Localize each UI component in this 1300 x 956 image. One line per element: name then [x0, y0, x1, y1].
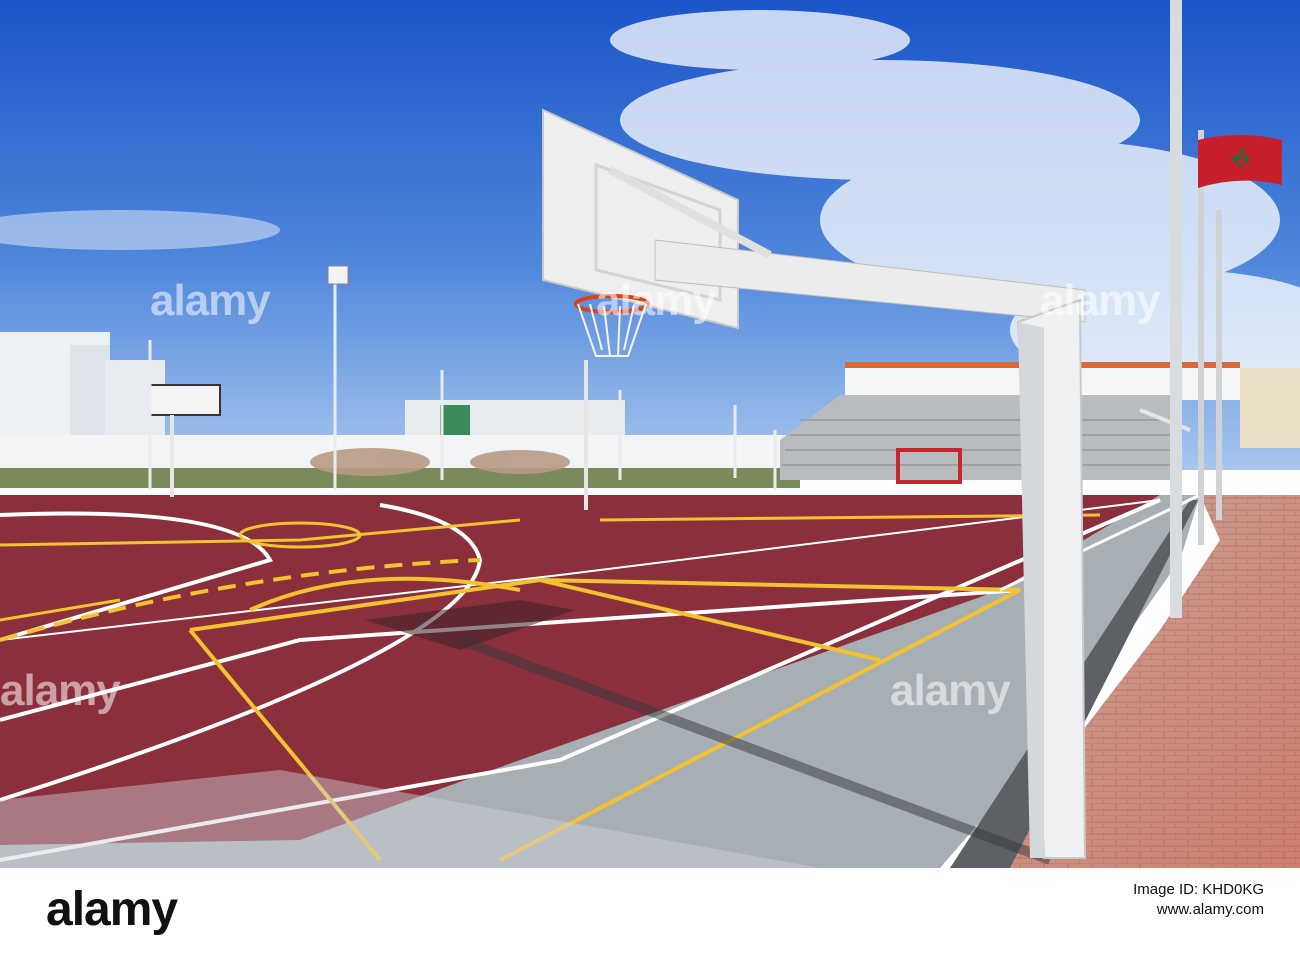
watermark: alamy — [0, 666, 121, 715]
watermark: alamy — [596, 276, 717, 325]
site-url: www.alamy.com — [1156, 901, 1264, 918]
basketball-court-photo — [0, 0, 1300, 868]
watermark: alamy — [890, 666, 1011, 715]
watermark: alamy — [1040, 276, 1161, 325]
image-id: Image ID: KHD0KG — [1133, 881, 1264, 898]
moroccan-flag — [1198, 135, 1282, 188]
watermark: alamy — [150, 276, 271, 325]
image-id-block: Image ID: KHD0KG www.alamy.com — [1133, 880, 1264, 920]
stock-footer: alamy Image ID: KHD0KG www.alamy.com — [0, 868, 1300, 956]
alamy-logo: alamy — [46, 883, 178, 936]
